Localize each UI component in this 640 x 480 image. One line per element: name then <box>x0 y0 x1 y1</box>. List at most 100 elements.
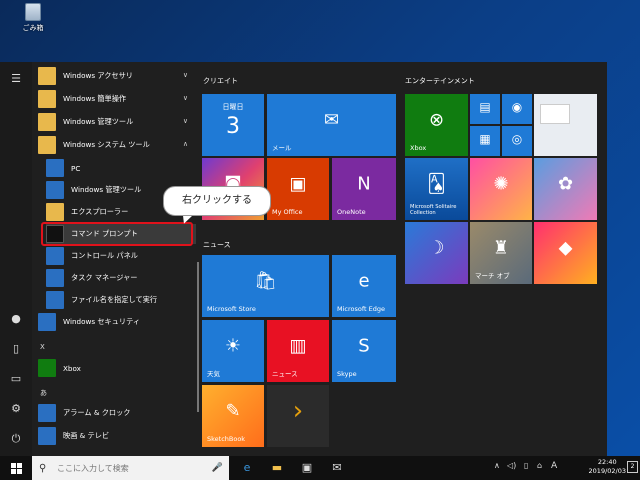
tile-candy-crush-soda[interactable]: ✺ <box>470 158 532 220</box>
recycle-bin-label: ごみ箱 <box>22 24 44 32</box>
calendar-number: 3 <box>226 114 240 139</box>
app-item-pc[interactable]: PC <box>46 158 196 178</box>
plex-chevron-icon: › <box>292 396 304 427</box>
tile-xbox[interactable]: ⊗ Xbox <box>405 94 468 156</box>
app-item-xbox[interactable]: Xbox <box>38 358 196 378</box>
app-list-scrollbar[interactable] <box>197 262 199 412</box>
mail-taskbar-icon[interactable]: ✉ <box>328 460 346 476</box>
webcam-icon: ◎ <box>511 131 523 146</box>
movies-tv-icon <box>38 427 56 445</box>
taskbar-search-box[interactable]: ⚲ 🎤 <box>32 456 229 480</box>
ime-indicator[interactable]: A <box>551 461 557 471</box>
group-letter-x[interactable]: X <box>40 343 45 351</box>
tile-sketchbook[interactable]: ✎ SketchBook <box>202 385 264 447</box>
envelope-icon: ✉ <box>323 109 340 131</box>
witch-icon: ☽ <box>428 237 445 259</box>
group-title-entertainment[interactable]: エンターテインメント <box>405 76 475 86</box>
tile-skype[interactable]: S Skype <box>332 320 396 382</box>
command-prompt-highlight-box <box>41 222 193 246</box>
tile-news[interactable]: ▥ ニュース <box>267 320 329 382</box>
pc-icon <box>46 159 64 177</box>
tile-microsoft-store[interactable]: 🛍 Microsoft Store <box>202 255 329 317</box>
edge-icon: e <box>358 270 370 292</box>
music-disc-icon: ◉ <box>511 99 523 114</box>
app-item-alarms-clock[interactable]: アラーム & クロック <box>38 403 196 423</box>
tile-calendar[interactable]: 日曜日 3 <box>202 94 264 156</box>
tile-my-office[interactable]: ▣ My Office <box>267 158 329 220</box>
app-item-windows-accessories[interactable]: Windows アクセサリ ∨ <box>38 66 196 86</box>
settings-gear-icon[interactable]: ⚙ <box>9 402 23 416</box>
recycle-bin-icon <box>25 3 41 21</box>
tray-chevron-up-icon[interactable]: ∧ <box>494 461 500 470</box>
tile-march-of-empires[interactable]: ♜ マーチ オブ <box>470 222 532 284</box>
edge-taskbar-icon[interactable]: e <box>238 460 256 476</box>
tile-mail[interactable]: ✉ メール <box>267 94 396 156</box>
tile-webcam-small[interactable]: ◎ <box>502 126 532 156</box>
search-input[interactable] <box>57 463 207 473</box>
playing-cards-icon: 🂡 <box>427 173 446 195</box>
chevron-down-icon: ∨ <box>182 117 188 125</box>
tile-onenote[interactable]: N OneNote <box>332 158 396 220</box>
network-icon[interactable]: ▯ <box>524 461 528 470</box>
tile-movies-small[interactable]: ▤ <box>470 94 500 124</box>
start-rail: ☰ ● ▯ ▭ ⚙ ⏻ <box>0 62 32 456</box>
app-item-windows-ease-of-access[interactable]: Windows 簡単操作 ∨ <box>38 89 196 109</box>
app-item-task-manager[interactable]: タスク マネージャー <box>46 268 196 288</box>
store-taskbar-icon[interactable]: ▣ <box>298 460 316 476</box>
app-item-movies-tv[interactable]: 映画 & テレビ <box>38 426 196 446</box>
group-title-news[interactable]: ニュース <box>203 240 231 250</box>
control-panel-icon <box>46 247 64 265</box>
user-account-icon[interactable]: ● <box>9 312 23 326</box>
tile-candy-crush-saga[interactable]: ◆ <box>534 222 597 284</box>
shopping-bag-icon: 🛍 <box>254 270 277 292</box>
folder-icon <box>38 136 56 154</box>
candy-friends-icon: ✿ <box>557 173 574 195</box>
onenote-icon: N <box>357 173 371 195</box>
xbox-icon <box>38 359 56 377</box>
tile-groove-small[interactable]: ◉ <box>502 94 532 124</box>
office-icon: ▣ <box>289 173 307 195</box>
tile-bubble-witch[interactable]: ☽ <box>405 222 468 284</box>
tile-microsoft-edge[interactable]: e Microsoft Edge <box>332 255 396 317</box>
app-item-windows-admin-tools-folder[interactable]: Windows 管理ツール ∨ <box>38 112 196 132</box>
power-icon[interactable]: ⏻ <box>9 432 23 446</box>
pictures-icon[interactable]: ▭ <box>9 372 23 386</box>
app-item-windows-system-tools[interactable]: Windows システム ツール ∧ <box>38 135 196 155</box>
group-letter-a[interactable]: あ <box>40 388 47 398</box>
language-bar-icon[interactable]: ⌂ <box>537 461 542 470</box>
file-explorer-taskbar-icon[interactable]: ▬ <box>268 460 286 476</box>
xbox-icon: ⊗ <box>428 109 445 131</box>
notification-center-icon[interactable]: 2 <box>627 461 638 473</box>
pencil-icon: ✎ <box>225 400 241 422</box>
app-item-windows-security[interactable]: Windows セキュリティ <box>38 312 196 332</box>
start-menu: ☰ ● ▯ ▭ ⚙ ⏻ Windows アクセサリ ∨ Windows 簡単操作… <box>0 62 607 456</box>
taskbar-clock[interactable]: 22:40 2019/02/03 <box>589 458 626 476</box>
run-icon <box>46 291 64 309</box>
group-title-create[interactable]: クリエイト <box>203 76 238 86</box>
microphone-icon[interactable]: 🎤 <box>212 463 223 473</box>
start-button[interactable] <box>0 456 32 480</box>
windows-logo-icon <box>10 462 22 474</box>
candy-icon: ✺ <box>493 173 509 195</box>
tile-weather[interactable]: ☀ 天気 <box>202 320 264 382</box>
tile-solitaire[interactable]: 🂡 Microsoft Solitaire Collection <box>405 158 468 220</box>
calendar-day: 日曜日 <box>222 103 244 111</box>
tile-photos[interactable] <box>534 94 597 156</box>
app-item-run[interactable]: ファイル名を指定して実行 <box>46 290 196 310</box>
tile-plex[interactable]: › <box>267 385 329 447</box>
documents-icon[interactable]: ▯ <box>9 342 23 356</box>
calculator-icon: ▦ <box>479 131 491 146</box>
sun-icon: ☀ <box>224 335 242 357</box>
recycle-bin-desktop-icon[interactable]: ごみ箱 <box>18 3 48 33</box>
castle-icon: ♜ <box>492 237 510 259</box>
photo-thumbnail-icon <box>540 104 570 124</box>
tile-candy-crush-friends[interactable]: ✿ <box>534 158 597 220</box>
film-icon: ▤ <box>479 99 491 114</box>
chevron-up-icon: ∧ <box>182 140 188 148</box>
app-item-control-panel[interactable]: コントロール パネル <box>46 246 196 266</box>
newspaper-icon: ▥ <box>289 335 307 357</box>
speaker-icon[interactable]: ◁) <box>507 461 516 470</box>
hamburger-menu-icon[interactable]: ☰ <box>9 72 23 86</box>
file-explorer-icon <box>46 203 64 221</box>
tile-calculator-small[interactable]: ▦ <box>470 126 500 156</box>
